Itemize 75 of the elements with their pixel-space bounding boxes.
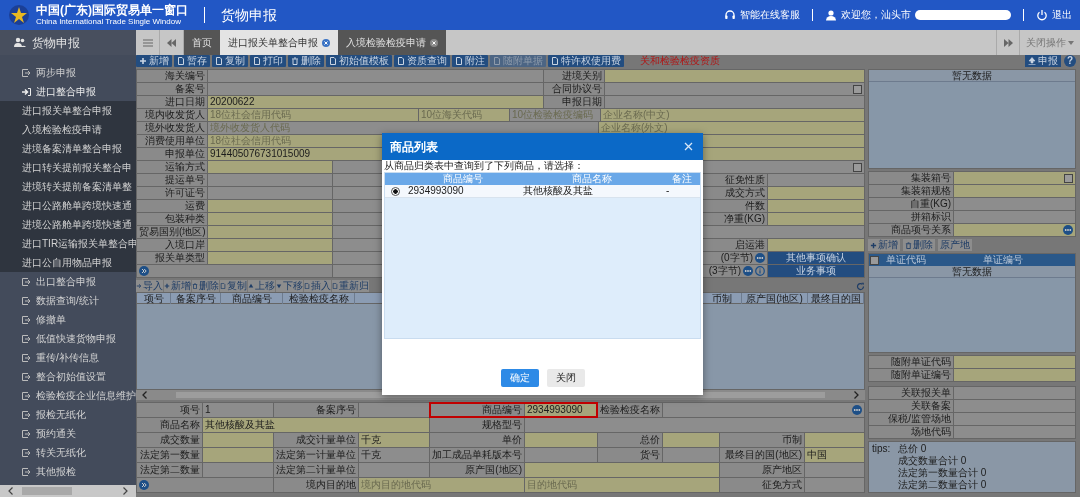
field-label: 成交数量 xyxy=(137,433,202,447)
field-label: 最终目的国(地区) xyxy=(720,448,804,462)
field-label: 贸易国别(地区) xyxy=(137,226,207,238)
field-label: 进境关别 xyxy=(544,70,604,82)
app-subtitle: China International Trade Single Window xyxy=(36,17,182,26)
field-label: 净重(KG) xyxy=(703,213,767,225)
field-label: 随附单证编号 xyxy=(869,369,953,381)
field-label: 法定第二计量单位 xyxy=(274,463,358,477)
column-header: 单证代码 xyxy=(885,254,927,266)
menu-title: 货物申报 xyxy=(32,36,80,49)
notice-text: 关和检验检疫资质 xyxy=(640,55,720,67)
field-label: 合同协议号 xyxy=(544,83,604,95)
field-label: 拼箱标识 xyxy=(869,211,953,223)
field-label: 加工成品单耗版本号 xyxy=(430,448,524,462)
field-label: 海关编号 xyxy=(137,70,207,82)
field-label: 成交方式 xyxy=(703,187,767,199)
field-label: 进口日期 xyxy=(137,96,207,108)
empty-message: 暂无数据 xyxy=(869,266,1075,278)
table-cell-text: 2934993090 xyxy=(407,185,465,198)
field-label: 运费 xyxy=(137,200,207,212)
tips-label: tips: xyxy=(872,443,892,455)
field-label: 币制 xyxy=(720,433,804,447)
field-label: 征免性质 xyxy=(703,174,767,186)
field-label: 境外收发货人 xyxy=(137,122,207,134)
tip-text: 法定第一数量合计 0 xyxy=(898,467,988,479)
field-label: 件数 xyxy=(703,200,767,212)
field-label: 境内收发货人 xyxy=(137,109,207,121)
field-label: 征免方式 xyxy=(720,478,804,492)
empty-message: 暂无数据 xyxy=(869,70,1075,82)
app-title: 中国(广东)国际贸易单一窗口 xyxy=(36,4,188,17)
field-label: 报关单类型 xyxy=(137,252,207,264)
field-label: 自重(KG) xyxy=(869,198,953,210)
field-label: 关联备案 xyxy=(869,400,953,412)
field-label: 原产国(地区) xyxy=(430,463,524,477)
field-label: 备案序号 xyxy=(274,403,358,417)
field-label: 境内目的地 xyxy=(274,478,358,492)
field-label: 总价 xyxy=(598,433,662,447)
welcome-text: 欢迎您，汕头市 xyxy=(841,9,911,21)
byte-count: (0字节) xyxy=(720,252,753,264)
tip-text: 法定第二数量合计 0 xyxy=(898,479,988,491)
field-label: 申报单位 xyxy=(137,148,207,160)
field-label: 场地代码 xyxy=(869,426,953,438)
field-label: 许可证号 xyxy=(137,187,207,199)
table-cell-text: - xyxy=(665,185,671,198)
field-label: 包装种类 xyxy=(137,213,207,225)
field-label: 项号 xyxy=(137,403,202,417)
field-label: 规格型号 xyxy=(430,418,524,432)
field-label: 检验检疫名称 xyxy=(598,403,662,417)
dialog-message: 从商品归类表中查询到了下列商品，请选择： xyxy=(383,160,585,172)
field-label: 提运单号 xyxy=(137,174,207,186)
field-label: 法定第一计量单位 xyxy=(274,448,358,462)
field-label: 入境口岸 xyxy=(137,239,207,251)
field-label: 启运港 xyxy=(703,239,767,251)
module-title: 货物申报 xyxy=(221,7,277,23)
field-label: 单价 xyxy=(430,433,524,447)
table-cell-text: 其他核酸及其盐 xyxy=(522,185,594,198)
field-label: 申报日期 xyxy=(544,96,604,108)
field-label: 备案号 xyxy=(137,83,207,95)
field-label: 原产地区 xyxy=(720,463,804,477)
field-label: 运输方式 xyxy=(137,161,207,173)
tip-text: 总价 0 xyxy=(898,443,928,455)
byte-count: (3字节) xyxy=(708,265,741,277)
field-label: 关联报关单 xyxy=(869,387,953,399)
column-header: 单证编号 xyxy=(982,254,1024,266)
field-label: 商品编号 xyxy=(430,403,524,417)
field-label: 货号 xyxy=(598,448,662,462)
field-label: 集装箱号 xyxy=(869,172,953,184)
field-label: 集装箱规格 xyxy=(869,185,953,197)
field-label: 随附单证代码 xyxy=(869,356,953,368)
field-label: 保税/监管场地 xyxy=(869,413,953,425)
tip-text: 成交数量合计 0 xyxy=(898,455,968,467)
field-label: 商品项号关系 xyxy=(869,224,953,236)
field-label: 消费使用单位 xyxy=(137,135,207,147)
field-label: 商品名称 xyxy=(137,418,202,432)
field-label: 成交计量单位 xyxy=(274,433,358,447)
